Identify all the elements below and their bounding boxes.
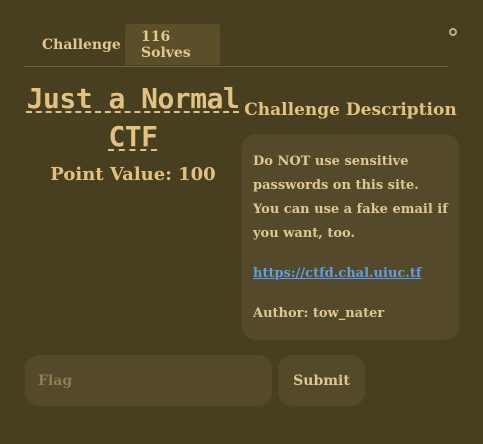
challenge-title: Just a Normal CTF <box>26 82 240 153</box>
challenge-tabs: Challenge 116 Solves <box>24 24 448 67</box>
description-heading: Challenge Description <box>244 100 457 120</box>
challenge-link[interactable]: https://ctfd.chal.uiuc.tf <box>253 262 449 286</box>
description-panel: Do NOT use sensitive passwords on this s… <box>242 134 459 340</box>
flag-input[interactable] <box>25 355 272 406</box>
submit-button[interactable]: Submit <box>278 355 365 406</box>
point-value: Point Value: 100 <box>50 164 216 185</box>
tab-solves[interactable]: 116 Solves <box>125 24 220 65</box>
description-text: Do NOT use sensitive passwords on this s… <box>253 154 448 241</box>
challenge-author: Author: tow_nater <box>253 306 385 321</box>
tab-challenge[interactable]: Challenge <box>24 24 125 65</box>
close-icon[interactable] <box>449 28 457 36</box>
